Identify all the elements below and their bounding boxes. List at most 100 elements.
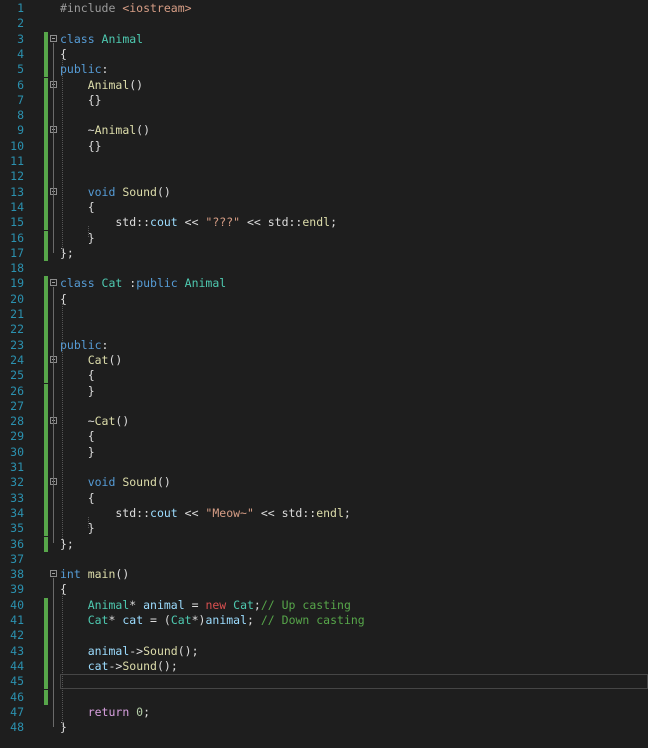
code-token: () <box>156 184 171 199</box>
code-line[interactable]: 31 <box>0 460 648 476</box>
code-line[interactable]: 19 class Cat :public Animal <box>0 276 648 292</box>
code-text[interactable]: #include <iostream> <box>60 1 192 16</box>
code-line[interactable]: 26 } <box>0 383 648 399</box>
code-text[interactable]: } <box>60 384 95 399</box>
code-text[interactable]: Animal* animal = new Cat;// Up casting <box>60 598 351 613</box>
line-number: 2 <box>17 16 24 31</box>
code-text[interactable]: int main() <box>60 567 129 582</box>
code-line[interactable]: 3 class Animal <box>0 31 648 47</box>
code-line[interactable]: 10 {} <box>0 138 648 154</box>
code-text[interactable]: {} <box>60 93 102 108</box>
line-number: 24 <box>10 352 24 367</box>
code-line[interactable]: 20{ <box>0 291 648 307</box>
code-text[interactable]: } <box>60 445 95 460</box>
code-line[interactable]: 33 { <box>0 490 648 506</box>
code-line[interactable]: 13 void Sound() <box>0 184 648 200</box>
code-text[interactable]: Animal() <box>60 78 143 93</box>
code-line[interactable]: 25 { <box>0 368 648 384</box>
code-line[interactable]: 43 animal->Sound(); <box>0 643 648 659</box>
code-text[interactable]: public: <box>60 62 108 77</box>
code-text[interactable]: std::cout << "Meow~" << std::endl; <box>60 506 350 521</box>
code-line[interactable]: 48} <box>0 720 648 735</box>
code-line[interactable]: 36}; <box>0 536 648 552</box>
code-text[interactable]: void Sound() <box>60 185 171 200</box>
code-text[interactable]: ~Cat() <box>60 414 130 429</box>
code-line[interactable]: 22 <box>0 322 648 338</box>
code-token: () <box>136 123 151 138</box>
code-text[interactable]: std::cout << "???" << std::endl; <box>60 215 337 230</box>
code-token: Sound <box>143 643 178 658</box>
code-line[interactable]: 32 void Sound() <box>0 475 648 491</box>
code-token: * <box>129 597 144 612</box>
collapse-icon[interactable] <box>50 279 57 287</box>
code-line[interactable]: 21 <box>0 307 648 323</box>
code-editor[interactable]: 1 #include <iostream> 2 3 class Animal 4{5 pub… <box>0 0 648 748</box>
code-line[interactable]: 1 #include <iostream> <box>0 1 648 16</box>
code-text[interactable]: } <box>60 231 95 246</box>
code-line[interactable]: 37 <box>0 552 648 567</box>
code-line[interactable]: 41 Cat* cat = (Cat*)animal; // Down cast… <box>0 613 648 629</box>
code-line[interactable]: 28 ~Cat() <box>0 414 648 430</box>
code-text[interactable]: class Cat :public Animal <box>60 276 226 291</box>
code-token: // Down casting <box>260 613 365 627</box>
code-text[interactable]: { <box>60 491 95 506</box>
collapse-icon[interactable] <box>50 34 57 42</box>
change-indicator <box>44 307 48 323</box>
code-line[interactable]: 9 ~Animal() <box>0 123 648 139</box>
code-token: : <box>101 337 109 352</box>
code-line[interactable]: 6 Animal() <box>0 77 648 93</box>
code-line[interactable]: 38 int main() <box>0 567 648 582</box>
indent-guide <box>62 593 63 728</box>
code-line[interactable]: 23 public: <box>0 337 648 353</box>
code-text[interactable]: { <box>60 429 95 444</box>
code-text[interactable]: class Animal <box>60 32 143 47</box>
code-line[interactable]: 45 <box>0 674 648 690</box>
code-token: ; <box>247 613 261 627</box>
code-line[interactable]: 16 } <box>0 230 648 246</box>
code-text[interactable]: return 0; <box>60 705 150 720</box>
code-line[interactable]: 12 <box>0 169 648 185</box>
line-number: 10 <box>10 138 24 153</box>
code-line[interactable]: 17}; <box>0 245 648 262</box>
code-token: } <box>60 230 95 245</box>
code-line[interactable]: 47 return 0; <box>0 705 648 720</box>
code-text[interactable]: Cat() <box>60 353 123 368</box>
code-text[interactable]: ~Animal() <box>60 123 150 138</box>
code-line[interactable]: 24 Cat() <box>0 352 648 369</box>
code-line[interactable]: 7 {} <box>0 92 648 109</box>
code-token: {} <box>60 92 102 107</box>
code-line[interactable]: 2 <box>0 16 648 31</box>
code-text[interactable]: void Sound() <box>60 475 171 490</box>
indent-guide <box>88 226 89 238</box>
code-line[interactable]: 11 <box>0 154 648 170</box>
code-line[interactable]: 15 std::cout << "???" << std::endl; <box>0 215 648 231</box>
collapse-icon[interactable] <box>50 570 57 578</box>
line-number: 7 <box>17 92 24 107</box>
code-text[interactable]: animal->Sound(); <box>60 644 199 659</box>
code-line[interactable]: 4{ <box>0 46 648 63</box>
code-line[interactable]: 29 { <box>0 429 648 445</box>
code-text[interactable]: } <box>60 521 95 536</box>
code-line[interactable]: 14 { <box>0 199 648 216</box>
code-line[interactable]: 42 <box>0 628 648 644</box>
code-line[interactable]: 18 <box>0 261 648 276</box>
code-text[interactable]: {} <box>60 139 102 154</box>
code-line[interactable]: 46 <box>0 689 648 705</box>
code-line[interactable]: 8 <box>0 108 648 124</box>
code-token: ; <box>143 704 151 719</box>
code-text[interactable]: { <box>60 368 95 383</box>
line-number: 20 <box>10 291 24 306</box>
code-text[interactable]: { <box>60 200 95 215</box>
code-line[interactable]: 27 <box>0 398 648 415</box>
code-line[interactable]: 35 } <box>0 521 648 537</box>
code-text[interactable]: cat->Sound(); <box>60 659 178 674</box>
code-line[interactable]: 5 public: <box>0 62 648 78</box>
code-line[interactable]: 40 Animal* animal = new Cat;// Up castin… <box>0 597 648 613</box>
code-line[interactable]: 39{ <box>0 582 648 597</box>
code-text[interactable]: Cat* cat = (Cat*)animal; // Down casting <box>60 613 365 628</box>
code-line[interactable]: 44 cat->Sound(); <box>0 658 648 675</box>
code-token: <iostream> <box>122 1 192 15</box>
code-line[interactable]: 30 } <box>0 444 648 460</box>
code-text[interactable]: public: <box>60 338 108 353</box>
code-line[interactable]: 34 std::cout << "Meow~" << std::endl; <box>0 505 648 522</box>
